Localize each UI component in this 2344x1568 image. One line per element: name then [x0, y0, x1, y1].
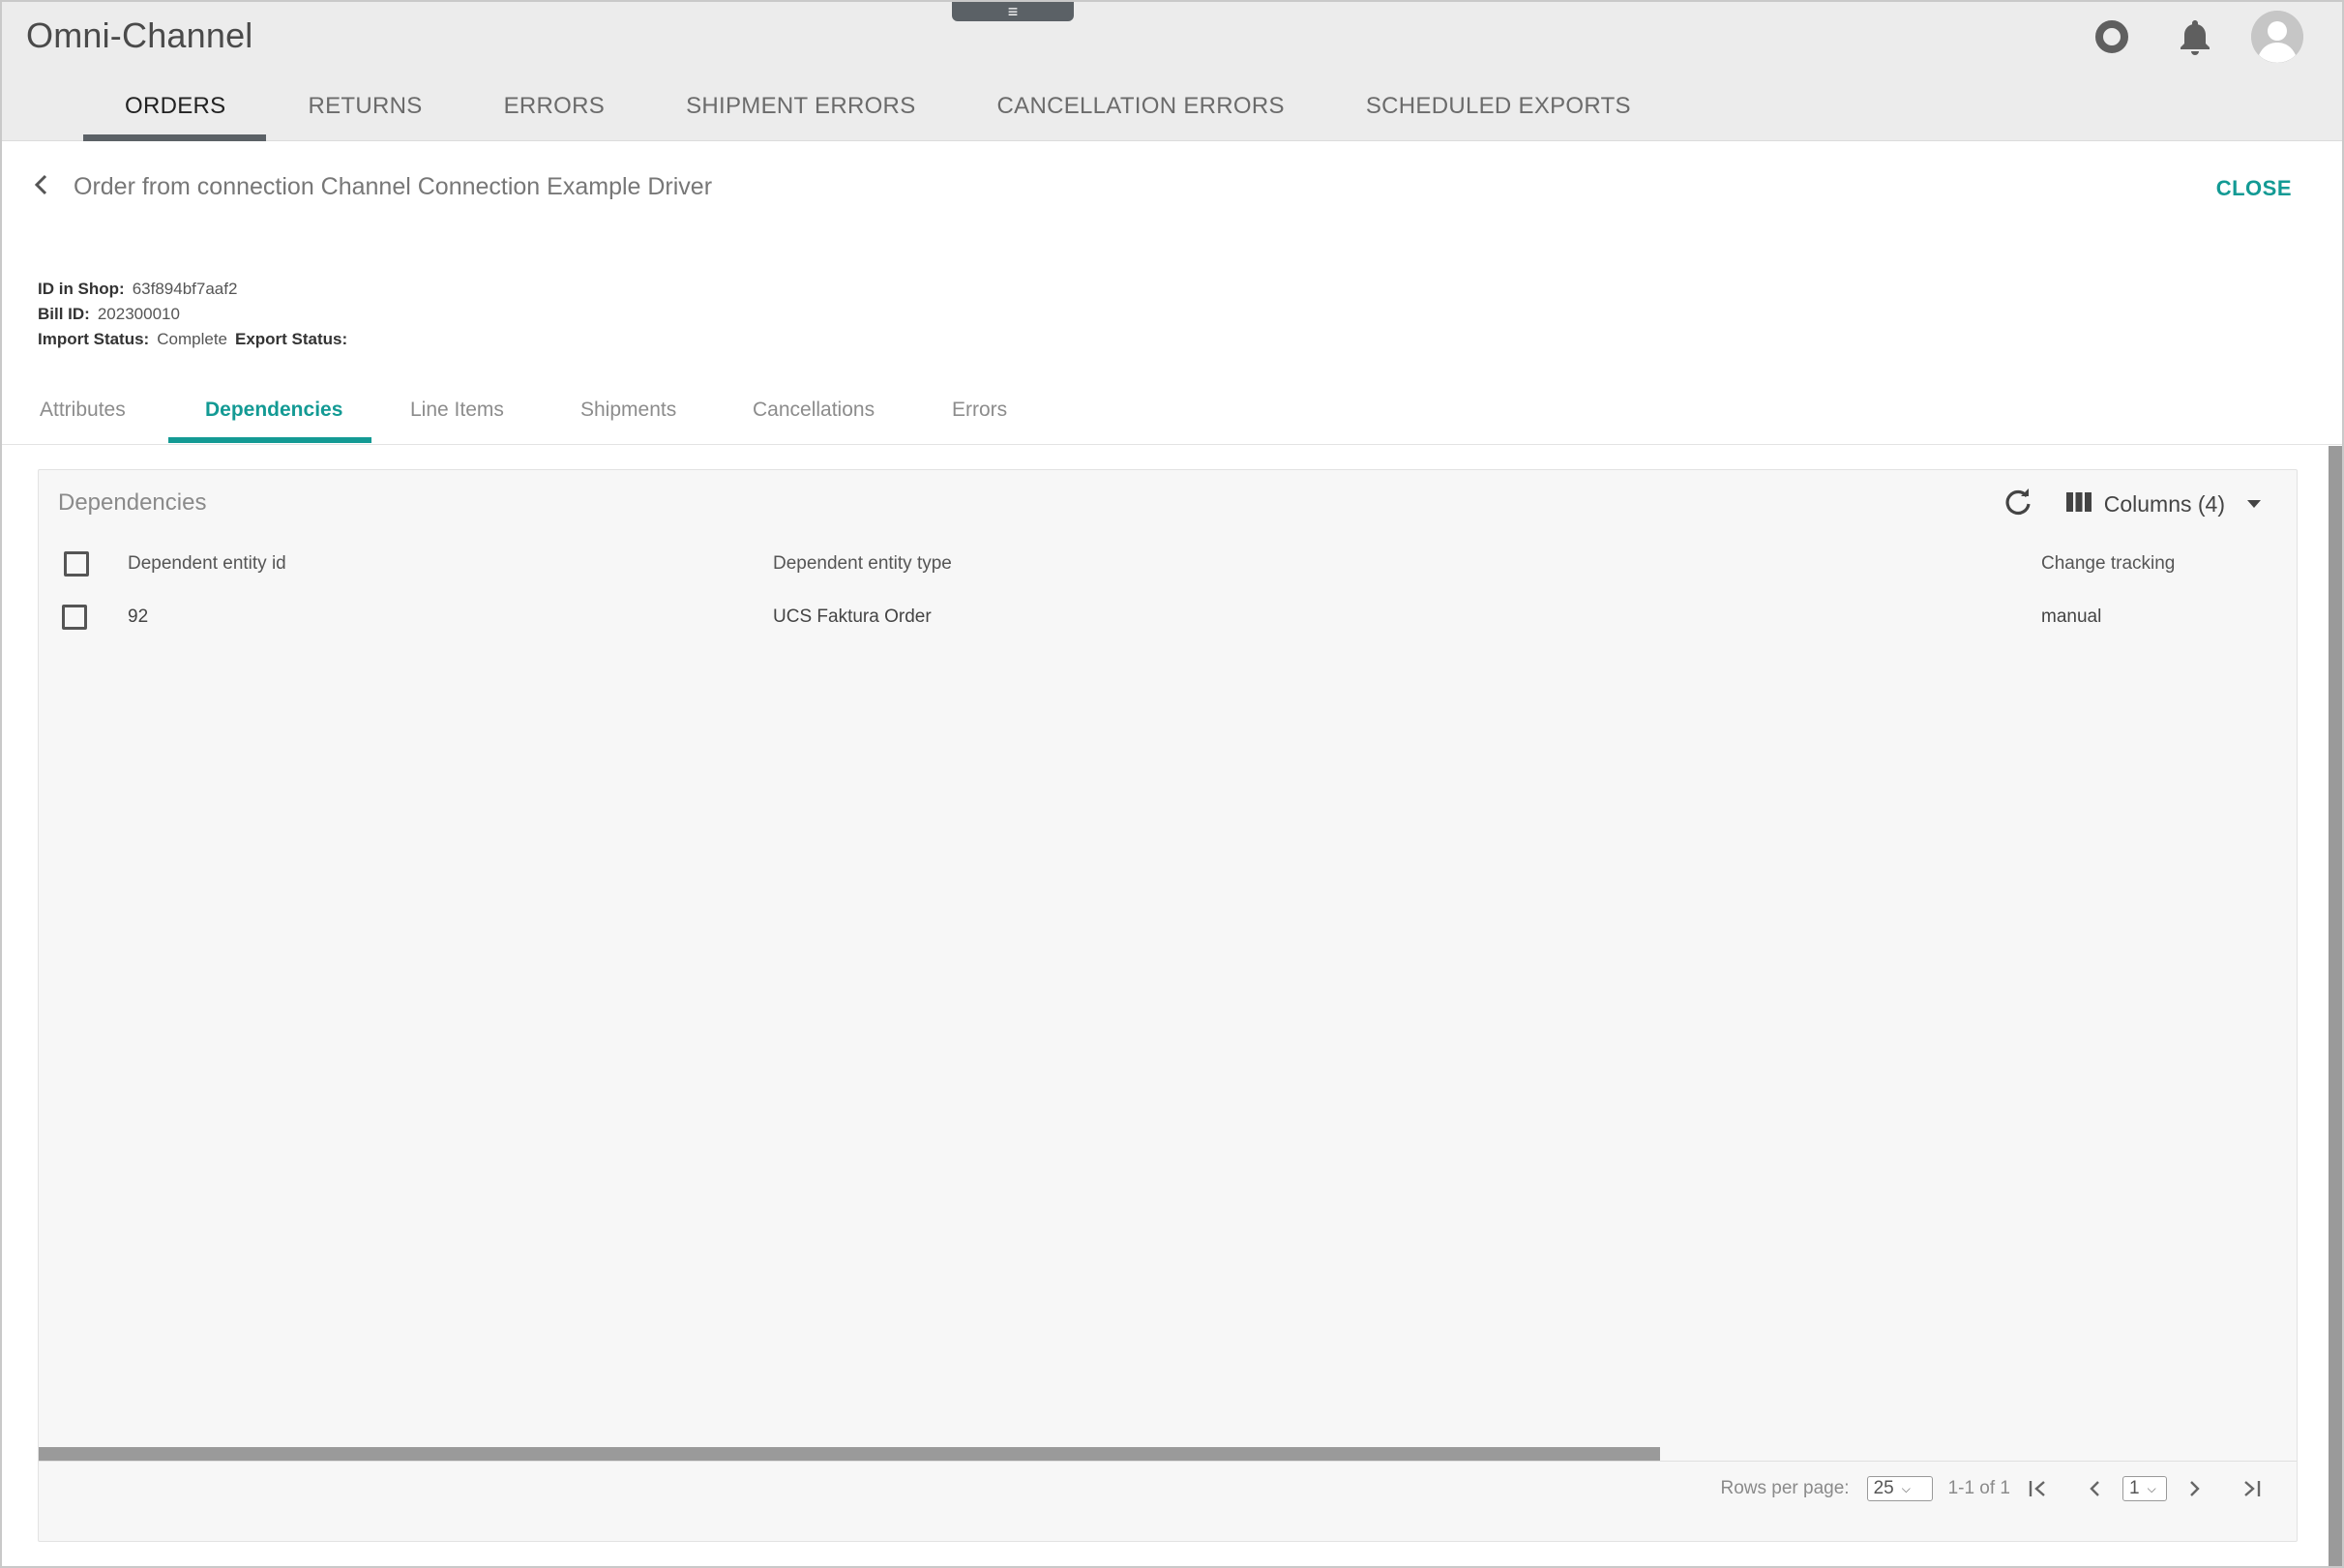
rows-per-page-select[interactable]: 25 ⌵ [1866, 1476, 1933, 1501]
rows-per-page-label: Rows per page: [1720, 1478, 1850, 1498]
tab-shipment-errors[interactable]: SHIPMENT ERRORS [686, 87, 915, 141]
detail-title: Order from connection Channel Connection… [74, 173, 713, 200]
chevron-down-icon: ⌵ [1901, 1481, 1911, 1495]
help-ring-icon[interactable] [2085, 10, 2139, 64]
rows-per-page-value: 25 [1873, 1478, 1894, 1498]
columns-button[interactable]: Columns (4) [2104, 491, 2225, 518]
app-bar: Omni-Channel ≡ ORDERS RETURNS ERRORS SHI… [2, 2, 2342, 141]
refresh-icon[interactable] [2003, 488, 2032, 521]
header-dependent-entity-type[interactable]: Dependent entity type [773, 553, 952, 575]
id-in-shop-label: ID in Shop: [38, 280, 125, 298]
header-change-tracking[interactable]: Change tracking [2041, 553, 2175, 575]
tab-errors-detail[interactable]: Errors [952, 399, 1007, 422]
order-meta: ID in Shop: 63f894bf7aaf2 Bill ID: 2023000… [38, 277, 363, 352]
tab-returns[interactable]: RETURNS [308, 87, 422, 141]
hamburger-icon: ≡ [1007, 2, 1019, 21]
tab-scheduled-exports[interactable]: SCHEDULED EXPORTS [1366, 87, 1631, 141]
chevron-down-icon: ⌵ [2147, 1481, 2156, 1495]
bell-icon[interactable] [2168, 10, 2222, 64]
cell-change-tracking: manual [2041, 606, 2102, 627]
export-status-label: Export Status: [235, 330, 348, 348]
footer-divider [39, 1461, 2297, 1462]
page-select[interactable]: 1 ⌵ [2122, 1476, 2167, 1501]
select-all-checkbox[interactable] [64, 551, 89, 577]
page-value: 1 [2129, 1478, 2140, 1498]
top-icons [2056, 10, 2303, 64]
last-page-icon[interactable] [2237, 1474, 2266, 1503]
page-range: 1-1 of 1 [1947, 1478, 2010, 1498]
menu-drag-handle[interactable]: ≡ [952, 2, 1074, 21]
prev-page-icon[interactable] [2080, 1474, 2109, 1503]
tab-cancellation-errors[interactable]: CANCELLATION ERRORS [997, 87, 1285, 141]
first-page-icon[interactable] [2024, 1474, 2053, 1503]
horizontal-scrollbar[interactable] [39, 1447, 1660, 1461]
vertical-scrollbar[interactable] [2329, 446, 2342, 1566]
tab-line-items[interactable]: Line Items [410, 399, 504, 422]
columns-icon[interactable] [2065, 490, 2092, 518]
id-in-shop-value: 63f894bf7aaf2 [132, 280, 238, 298]
app-title: Omni-Channel [26, 15, 253, 55]
tab-shipments[interactable]: Shipments [580, 399, 676, 422]
detail-header: Order from connection Channel Connection… [31, 172, 712, 202]
tab-cancellations[interactable]: Cancellations [753, 399, 875, 422]
pagination: Rows per page: 25 ⌵ 1-1 of 1 1 ⌵ [1720, 1474, 2279, 1503]
caret-down-icon[interactable] [2246, 496, 2262, 514]
bill-id-value: 202300010 [97, 305, 180, 323]
card-title: Dependencies [58, 489, 207, 516]
user-avatar-icon[interactable] [2251, 11, 2303, 63]
close-button[interactable]: CLOSE [2216, 176, 2292, 201]
import-status-value: Complete [157, 330, 227, 348]
dependencies-card: Dependencies Columns (4) Dependent entit… [38, 469, 2298, 1542]
chevron-left-icon[interactable] [31, 172, 52, 202]
next-page-icon[interactable] [2181, 1474, 2210, 1503]
tab-dependencies[interactable]: Dependencies [205, 399, 342, 422]
main-tabs: ORDERS RETURNS ERRORS SHIPMENT ERRORS CA… [82, 87, 1712, 141]
header-dependent-entity-id[interactable]: Dependent entity id [128, 553, 286, 575]
app-window: Omni-Channel ≡ ORDERS RETURNS ERRORS SHI… [0, 0, 2344, 1568]
card-actions: Columns (4) [2003, 488, 2262, 521]
tab-attributes[interactable]: Attributes [40, 399, 126, 422]
import-status-label: Import Status: [38, 330, 150, 348]
tab-orders[interactable]: ORDERS [82, 87, 268, 141]
cell-entity-type: UCS Faktura Order [773, 606, 932, 627]
row-checkbox[interactable] [62, 605, 87, 630]
tab-errors[interactable]: ERRORS [504, 87, 605, 141]
active-tab-indicator [168, 437, 371, 443]
detail-tabs: Attributes Dependencies Line Items Shipm… [2, 385, 2342, 445]
bill-id-label: Bill ID: [38, 305, 90, 323]
cell-entity-id: 92 [128, 606, 149, 627]
